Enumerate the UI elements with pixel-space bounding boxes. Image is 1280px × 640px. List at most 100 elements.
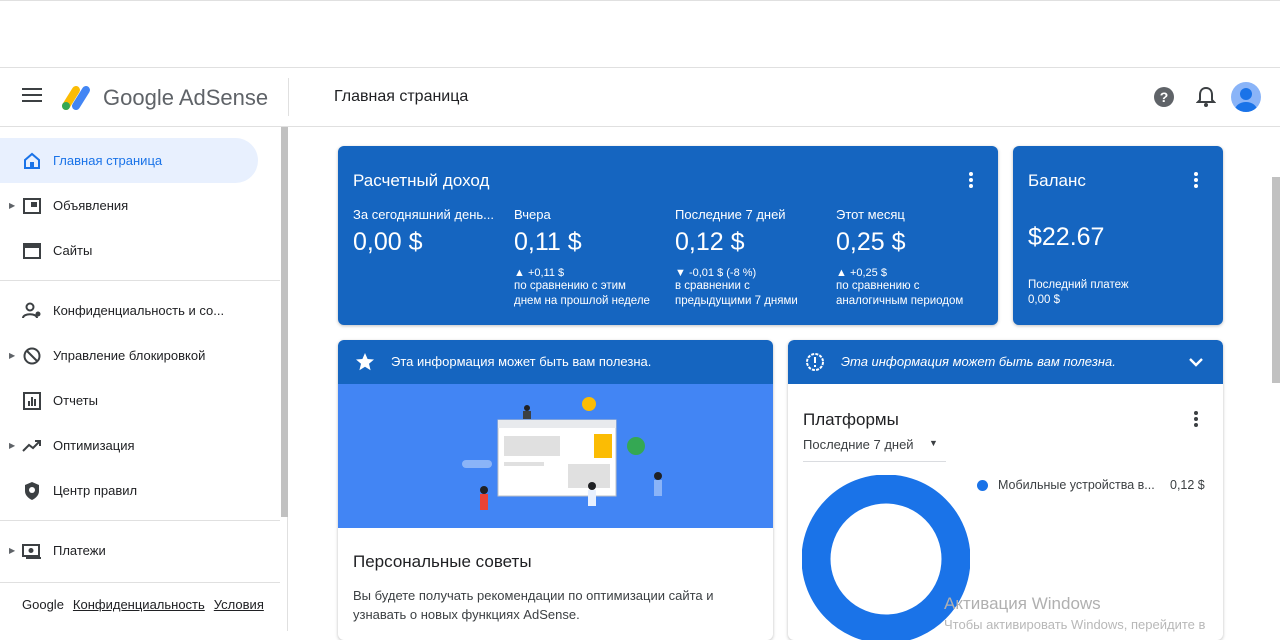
sidebar-item-ads[interactable]: ▶ Объявления — [0, 183, 258, 228]
expand-arrow-icon: ▶ — [9, 546, 16, 555]
sites-icon — [23, 242, 41, 259]
metric-value: 0,00 $ — [353, 228, 423, 256]
sidebar-item-blocking[interactable]: ▶ Управление блокировкой — [0, 333, 258, 378]
sidebar-divider — [0, 582, 280, 583]
expand-arrow-icon: ▶ — [9, 351, 16, 360]
help-icon[interactable]: ? — [1154, 87, 1174, 107]
footer-privacy-link[interactable]: Конфиденциальность — [73, 597, 205, 612]
header-divider — [288, 78, 289, 116]
tips-card: Эта информация может быть вам полезна. П… — [338, 340, 773, 640]
revenue-card-title: Расчетный доход — [353, 171, 490, 190]
more-options-icon[interactable] — [969, 172, 973, 188]
period-dropdown[interactable]: Последние 7 дней ▼ — [803, 437, 946, 462]
sidebar-item-label: Центр правил — [53, 483, 138, 498]
last-payment-value: 0,00 $ — [1028, 294, 1060, 306]
metric-note: предыдущими 7 днями — [675, 295, 798, 307]
metric-delta: ▲ +0,25 $ — [836, 267, 887, 279]
main-content: Расчетный доход За сегодняшний день... 0… — [289, 127, 1280, 640]
content-scrollbar[interactable] — [1272, 177, 1280, 383]
sidebar-item-optimization[interactable]: ▶ Оптимизация — [0, 423, 258, 468]
metric-yesterday: Вчера 0,11 $ ▲ +0,11 $ по сравнению с эт… — [514, 207, 664, 309]
dropdown-arrow-icon: ▼ — [929, 438, 938, 448]
tips-text-line1: Вы будете получать рекомендации по оптим… — [353, 588, 714, 603]
sidebar-item-label: Сайты — [53, 243, 93, 258]
privacy-user-icon — [22, 302, 41, 318]
sidebar-item-label: Конфиденциальность и со... — [53, 303, 225, 318]
footer-google: Google — [22, 597, 64, 612]
balance-card: Баланс $22.67 Последний платеж 0,00 $ — [1013, 146, 1223, 325]
sidebar-item-policy-center[interactable]: Центр правил — [0, 468, 258, 513]
app-header: Google AdSense Главная страница ? — [0, 67, 1280, 127]
sidebar-footer: Google Конфиденциальность Условия — [22, 597, 264, 612]
last-payment-label: Последний платеж — [1028, 279, 1129, 291]
account-avatar[interactable] — [1231, 82, 1261, 112]
star-icon — [356, 353, 374, 371]
menu-icon[interactable] — [22, 88, 42, 104]
tips-illustration — [338, 384, 773, 528]
tips-text-line2: узнавать о новых функциях AdSense. — [353, 607, 580, 622]
balance-value: $22.67 — [1028, 223, 1105, 251]
donut-segment-mobile — [802, 475, 970, 640]
expand-arrow-icon: ▶ — [9, 441, 16, 450]
footer-terms-link[interactable]: Условия — [214, 597, 264, 612]
period-dropdown-value: Последние 7 дней — [803, 437, 914, 452]
more-options-icon[interactable] — [1194, 172, 1198, 188]
home-icon — [24, 152, 40, 169]
legend-dot — [977, 480, 988, 491]
reports-icon — [23, 391, 41, 410]
tips-banner: Эта информация может быть вам полезна. — [338, 340, 773, 384]
expand-arrow-icon: ▶ — [9, 201, 16, 210]
payments-icon — [22, 543, 41, 559]
balance-title: Баланс — [1028, 171, 1086, 190]
sidebar-item-sites[interactable]: Сайты — [0, 228, 258, 273]
metric-today: За сегодняшний день... 0,00 $ — [353, 207, 503, 257]
metric-value: 0,25 $ — [836, 228, 906, 256]
sidebar-item-payments[interactable]: ▶ Платежи — [0, 528, 258, 573]
ads-icon — [23, 197, 41, 214]
sidebar-divider — [0, 520, 280, 521]
alert-badge-icon — [806, 353, 824, 371]
platforms-banner-text: Эта информация может быть вам полезна. — [841, 354, 1116, 369]
sidebar-item-home[interactable]: Главная страница — [0, 138, 258, 183]
platforms-donut-chart — [802, 475, 970, 640]
metric-label: За сегодняшний день... — [353, 207, 494, 222]
metric-value: 0,11 $ — [514, 228, 582, 256]
sidebar-item-label: Отчеты — [53, 393, 98, 408]
metric-note: по сравнению с — [836, 280, 920, 292]
metric-note: днем на прошлой неделе — [514, 295, 650, 307]
sidebar: Главная страница ▶ Объявления Сайты Конф… — [0, 127, 288, 631]
platforms-banner: Эта информация может быть вам полезна. — [788, 340, 1223, 384]
tips-banner-text: Эта информация может быть вам полезна. — [391, 354, 652, 369]
metric-note: по сравнению с этим — [514, 280, 626, 292]
sidebar-scrollbar[interactable] — [281, 127, 288, 517]
metric-delta: ▼ -0,01 $ (-8 %) — [675, 267, 757, 279]
revenue-card: Расчетный доход За сегодняшний день... 0… — [338, 146, 998, 325]
sidebar-item-label: Управление блокировкой — [53, 348, 206, 363]
brand-name: Google AdSense — [103, 85, 269, 110]
metric-note: аналогичным периодом — [836, 295, 964, 307]
sidebar-item-reports[interactable]: Отчеты — [0, 378, 258, 423]
windows-watermark-text: Чтобы активировать Windows, перейдите в — [944, 617, 1206, 632]
policy-shield-icon — [25, 481, 39, 500]
legend-value: 0,12 $ — [1170, 478, 1205, 492]
tips-title: Персональные советы — [353, 552, 532, 571]
metric-delta: ▲ +0,11 $ — [514, 267, 565, 279]
trending-up-icon — [22, 439, 41, 452]
metric-value: 0,12 $ — [675, 228, 745, 256]
sidebar-item-label: Объявления — [53, 198, 129, 213]
sidebar-item-privacy[interactable]: Конфиденциальность и со... — [0, 288, 258, 333]
more-options-icon[interactable] — [1194, 411, 1198, 427]
windows-watermark-title: Активация Windows — [944, 594, 1101, 613]
platforms-title: Платформы — [803, 410, 899, 429]
sidebar-item-label: Платежи — [53, 543, 106, 558]
block-icon — [23, 347, 41, 364]
metric-last-7-days: Последние 7 дней 0,12 $ ▼ -0,01 $ (-8 %)… — [675, 207, 825, 309]
adsense-logo-icon — [62, 86, 90, 110]
metric-label: Вчера — [514, 207, 551, 222]
page-title: Главная страница — [334, 88, 469, 105]
chevron-down-icon[interactable] — [1188, 356, 1204, 368]
sidebar-item-label: Оптимизация — [53, 438, 135, 453]
notifications-bell-icon[interactable] — [1196, 86, 1216, 108]
sidebar-divider — [0, 280, 280, 281]
metric-this-month: Этот месяц 0,25 $ ▲ +0,25 $ по сравнению… — [836, 207, 986, 309]
